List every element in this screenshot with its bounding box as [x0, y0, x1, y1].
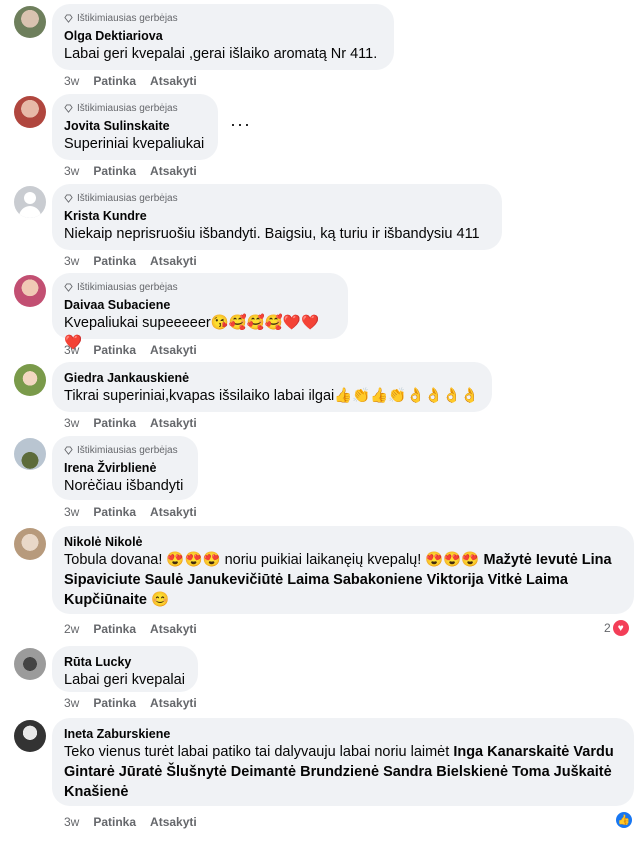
avatar[interactable]	[14, 364, 46, 396]
top-fan-badge: Ištikimiausias gerbėjas	[64, 192, 490, 206]
avatar[interactable]	[14, 648, 46, 680]
comment-text: Labai geri kvepalai ,gerai išlaiko aroma…	[64, 46, 378, 62]
comment-bubble: Ištikimiausias gerbėjas Daivaa Subaciene…	[52, 273, 348, 351]
like-button[interactable]: Patinka	[93, 622, 136, 636]
reply-button[interactable]: Atsakyti	[150, 74, 197, 88]
comment-bubble: Ištikimiausias gerbėjas Irena Žvirblienė…	[52, 436, 198, 500]
diamond-icon	[64, 445, 73, 455]
comment-author[interactable]: Giedra Jankauskienė	[64, 370, 480, 386]
reply-button[interactable]: Atsakyti	[150, 164, 197, 178]
comment-text: Teko vienus turėt labai patiko tai dalyv…	[64, 744, 614, 800]
comment-bubble: Ištikimiausias gerbėjas Jovita Sulinskai…	[52, 94, 218, 160]
comment-text: Tikrai superiniai,kvapas išsilaiko labai…	[64, 388, 479, 404]
reply-button[interactable]: Atsakyti	[150, 622, 197, 636]
comment-text: Superiniai kvepaliukai	[64, 136, 205, 152]
comment-text: Labai geri kvepalai	[64, 672, 185, 688]
comment-author[interactable]: Rūta Lucky	[64, 654, 186, 670]
top-fan-badge: Ištikimiausias gerbėjas	[64, 281, 336, 295]
top-fan-badge: Ištikimiausias gerbėjas	[64, 12, 382, 26]
comment-bubble: Ištikimiausias gerbėjas Krista Kundre Ni…	[52, 184, 502, 250]
comment-text: Norėčiau išbandyti	[64, 478, 184, 494]
comment-author[interactable]: Krista Kundre	[64, 208, 490, 224]
avatar[interactable]	[14, 6, 46, 38]
avatar[interactable]	[14, 438, 46, 470]
avatar[interactable]	[14, 275, 46, 307]
comment-text: Tobula dovana! 😍😍😍 noriu puikiai laikanę…	[64, 552, 612, 608]
avatar[interactable]	[14, 186, 46, 218]
more-options-icon[interactable]: ···	[230, 114, 251, 135]
comment-bubble: Ištikimiausias gerbėjas Olga Dektiariova…	[52, 4, 394, 70]
like-button[interactable]: Patinka	[93, 505, 136, 519]
like-button[interactable]: Patinka	[93, 815, 136, 829]
top-fan-badge: Ištikimiausias gerbėjas	[64, 102, 206, 116]
reply-button[interactable]: Atsakyti	[150, 343, 197, 357]
reaction-count[interactable]: 2 ♥	[604, 620, 629, 636]
like-button[interactable]: Patinka	[93, 416, 136, 430]
comment-time[interactable]: 3w	[64, 343, 79, 357]
diamond-icon	[64, 282, 73, 292]
avatar[interactable]	[14, 96, 46, 128]
comment-author[interactable]: Olga Dektiariova	[64, 28, 382, 44]
reply-button[interactable]: Atsakyti	[150, 505, 197, 519]
comment-author[interactable]: Nikolė Nikolė	[64, 534, 622, 550]
avatar[interactable]	[14, 528, 46, 560]
comment-time[interactable]: 3w	[64, 416, 79, 430]
comment-bubble: Rūta Lucky Labai geri kvepalai	[52, 646, 198, 692]
comment-time[interactable]: 3w	[64, 505, 79, 519]
comment-bubble: Giedra Jankauskienė Tikrai superiniai,kv…	[52, 362, 492, 412]
like-button[interactable]: Patinka	[93, 343, 136, 357]
diamond-icon	[64, 193, 73, 203]
comment-time[interactable]: 3w	[64, 815, 79, 829]
comment-actions: 3w Patinka Atsakyti	[64, 696, 197, 710]
comment-actions: 3w Patinka Atsakyti	[64, 505, 197, 519]
like-button[interactable]: Patinka	[93, 696, 136, 710]
comment-time[interactable]: 3w	[64, 74, 79, 88]
like-reaction-icon: 👍	[616, 812, 632, 828]
comment-actions: 2w Patinka Atsakyti	[64, 622, 197, 636]
like-button[interactable]: Patinka	[93, 254, 136, 268]
reply-button[interactable]: Atsakyti	[150, 696, 197, 710]
like-button[interactable]: Patinka	[93, 74, 136, 88]
comment-actions: 3w Patinka Atsakyti	[64, 254, 197, 268]
reaction-count[interactable]: 👍	[616, 812, 632, 828]
comment-actions: 3w Patinka Atsakyti	[64, 416, 197, 430]
reply-button[interactable]: Atsakyti	[150, 815, 197, 829]
heart-reaction-icon: ♥	[612, 620, 629, 636]
diamond-icon	[64, 103, 73, 113]
comment-author[interactable]: Jovita Sulinskaite	[64, 118, 206, 134]
reply-button[interactable]: Atsakyti	[150, 416, 197, 430]
reply-button[interactable]: Atsakyti	[150, 254, 197, 268]
comment-time[interactable]: 3w	[64, 254, 79, 268]
comment-text: Niekaip neprisruošiu išbandyti. Baigsiu,…	[64, 226, 480, 242]
comment-time[interactable]: 3w	[64, 164, 79, 178]
diamond-icon	[64, 13, 73, 23]
comment-actions: 3w Patinka Atsakyti	[64, 164, 197, 178]
comment-actions: 3w Patinka Atsakyti	[64, 343, 197, 357]
comment-author[interactable]: Irena Žvirblienė	[64, 460, 186, 476]
comment-author[interactable]: Ineta Zaburskiene	[64, 726, 622, 742]
top-fan-badge: Ištikimiausias gerbėjas	[64, 444, 186, 458]
comment-bubble: Ineta Zaburskiene Teko vienus turėt laba…	[52, 718, 634, 806]
comment-author[interactable]: Daivaa Subaciene	[64, 297, 336, 313]
comment-actions: 3w Patinka Atsakyti	[64, 815, 197, 829]
comment-time[interactable]: 2w	[64, 622, 79, 636]
like-button[interactable]: Patinka	[93, 164, 136, 178]
avatar[interactable]	[14, 720, 46, 752]
comment-bubble: Nikolė Nikolė Tobula dovana! 😍😍😍 noriu p…	[52, 526, 634, 614]
comment-actions: 3w Patinka Atsakyti	[64, 74, 197, 88]
comment-time[interactable]: 3w	[64, 696, 79, 710]
